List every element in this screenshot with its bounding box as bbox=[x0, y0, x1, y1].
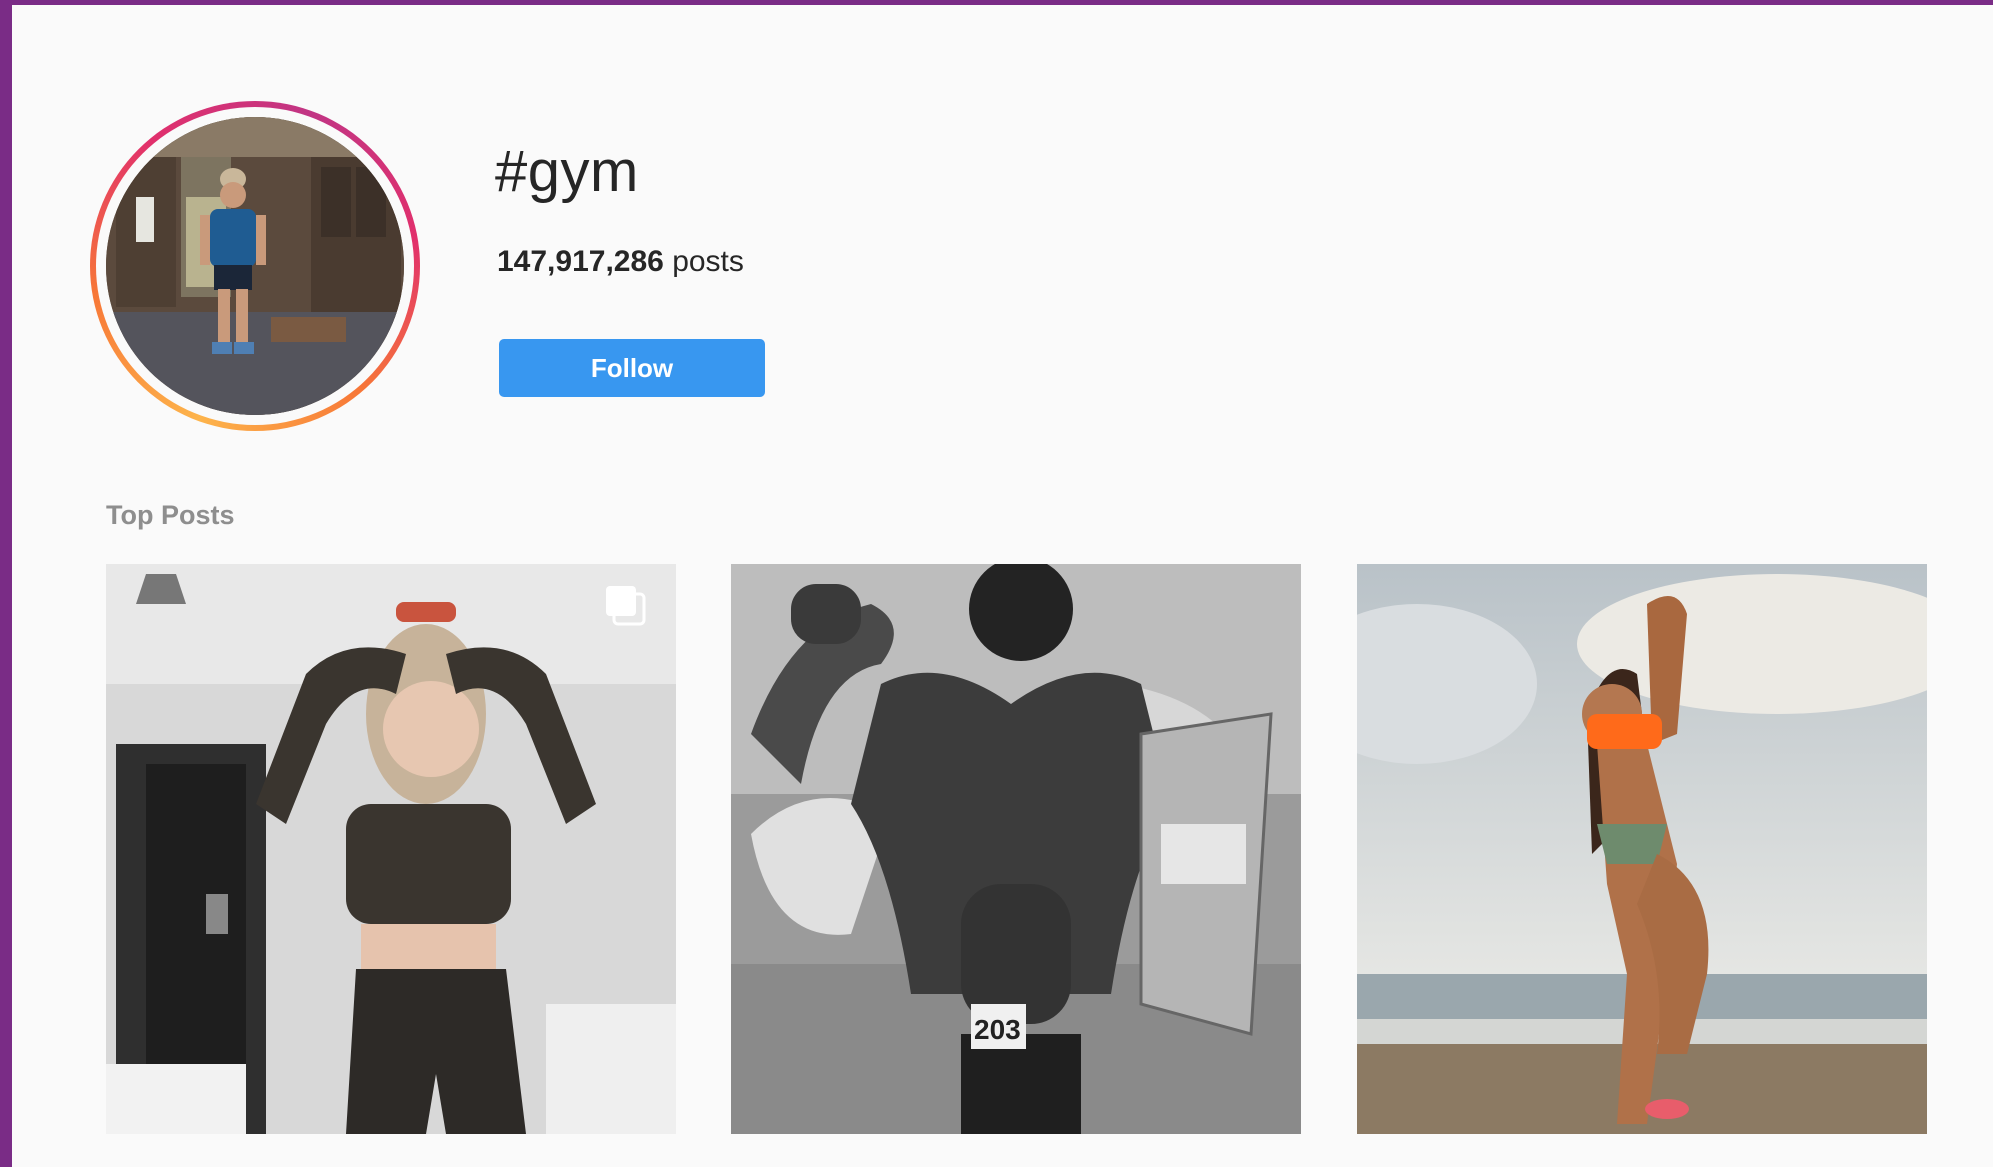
competitor-number: 203 bbox=[974, 1014, 1021, 1045]
avatar-ring-gap bbox=[96, 107, 414, 425]
window-frame-left bbox=[0, 0, 12, 1167]
post-count: 147,917,286 posts bbox=[497, 245, 744, 279]
carousel-icon bbox=[606, 586, 646, 626]
hashtag-title: #gym bbox=[495, 139, 639, 204]
follow-button[interactable]: Follow bbox=[499, 339, 765, 397]
window-frame-top bbox=[0, 0, 1993, 5]
top-post-1[interactable] bbox=[106, 564, 676, 1134]
top-post-2[interactable]: 203 bbox=[731, 564, 1301, 1134]
hashtag-avatar[interactable] bbox=[90, 101, 420, 431]
top-post-3[interactable] bbox=[1357, 564, 1927, 1134]
top-posts-heading: Top Posts bbox=[106, 500, 235, 530]
post-count-suffix: posts bbox=[672, 245, 744, 278]
post-count-number: 147,917,286 bbox=[497, 245, 664, 278]
avatar-image bbox=[106, 117, 404, 415]
